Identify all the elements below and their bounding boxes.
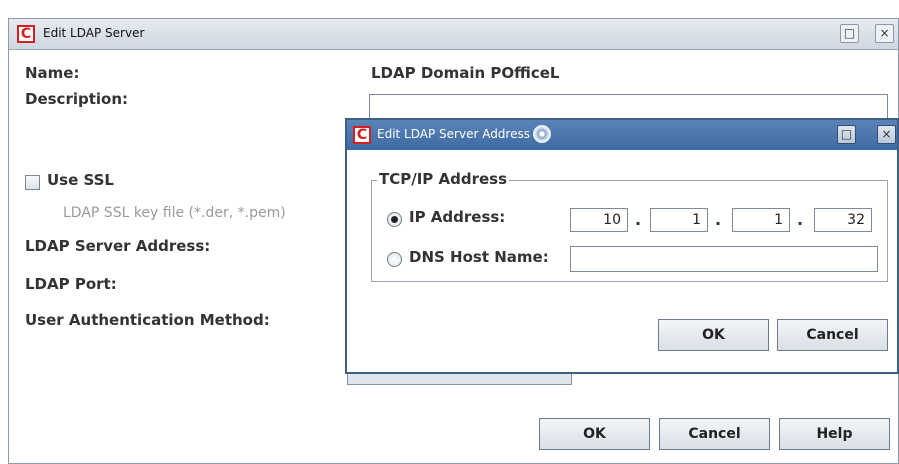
ldap-server-address-label: LDAP Server Address: [25, 237, 211, 255]
ip-octet-1-input[interactable]: 10 [570, 208, 628, 232]
ip-address-label: IP Address: [409, 208, 506, 226]
close-button[interactable]: × [875, 24, 894, 43]
dns-host-name-label: DNS Host Name: [409, 248, 549, 266]
app-logo-icon: C [17, 25, 35, 43]
ip-separator: . [715, 210, 722, 229]
main-cancel-button[interactable]: Cancel [659, 418, 770, 450]
close-icon: × [881, 127, 892, 141]
dns-host-name-input[interactable] [570, 246, 878, 272]
ip-octet-3-input[interactable]: 1 [732, 208, 790, 232]
address-dialog-title: Edit LDAP Server Address [377, 127, 530, 141]
background-window-strip [0, 0, 899, 18]
address-ok-button[interactable]: OK [658, 319, 769, 351]
edit-ldap-server-address-dialog: C Edit LDAP Server Address □ × TCP/IP Ad… [345, 118, 899, 374]
address-close-button[interactable]: × [877, 125, 896, 144]
maximize-icon: □ [843, 26, 856, 40]
user-authentication-method-label: User Authentication Method: [25, 311, 270, 329]
use-ssl-label: Use SSL [47, 171, 114, 189]
main-titlebar[interactable]: C Edit LDAP Server □ × [9, 19, 898, 50]
close-icon: × [879, 26, 890, 40]
main-ok-button[interactable]: OK [539, 418, 650, 450]
name-value: LDAP Domain POfficeL [371, 64, 560, 82]
ip-address-radio[interactable] [387, 212, 402, 227]
dns-host-name-radio[interactable] [387, 252, 402, 267]
ip-octet-4-input[interactable]: 32 [814, 208, 872, 232]
tcp-ip-address-group-title: TCP/IP Address [377, 170, 510, 188]
address-maximize-button[interactable]: □ [837, 125, 856, 144]
app-logo-icon: C [353, 126, 371, 144]
ssl-key-file-label: LDAP SSL key file (*.der, *.pem) [63, 205, 286, 221]
description-input[interactable] [369, 94, 888, 120]
ip-separator: . [797, 210, 804, 229]
address-cancel-button[interactable]: Cancel [777, 319, 888, 351]
use-ssl-checkbox[interactable] [25, 175, 40, 190]
maximize-icon: □ [840, 127, 853, 141]
main-dialog-title: Edit LDAP Server [43, 26, 145, 40]
ldap-port-label: LDAP Port: [25, 275, 117, 293]
address-titlebar[interactable]: C Edit LDAP Server Address □ × [347, 120, 897, 150]
ip-octet-2-input[interactable]: 1 [650, 208, 708, 232]
cd-icon [533, 125, 551, 143]
description-label: Description: [25, 90, 129, 108]
ip-separator: . [635, 210, 642, 229]
main-help-button[interactable]: Help [779, 418, 890, 450]
background-edge [0, 18, 6, 464]
name-label: Name: [25, 64, 80, 82]
maximize-button[interactable]: □ [840, 24, 859, 43]
